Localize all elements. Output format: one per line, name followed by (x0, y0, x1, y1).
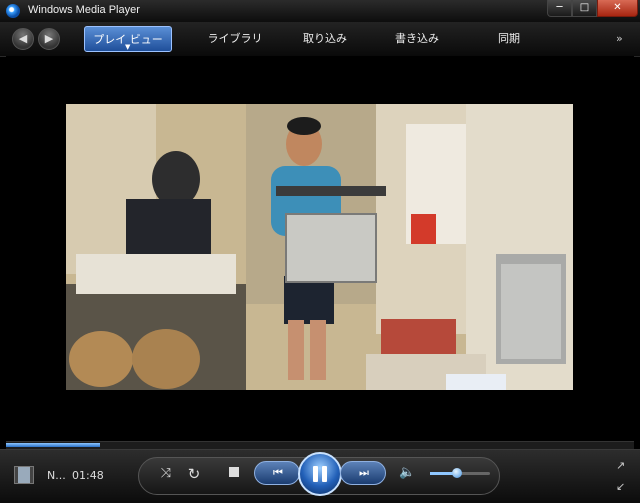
window-title: Windows Media Player (28, 4, 140, 16)
stop-icon (229, 467, 239, 477)
video-frame[interactable] (66, 104, 573, 390)
pause-icon-bar-right (322, 466, 327, 482)
close-button[interactable]: ✕ (597, 0, 638, 17)
maximize-button[interactable]: □ (572, 0, 597, 17)
chevron-down-icon[interactable]: ▼ (125, 43, 130, 51)
tab-library[interactable]: ライブラリ (205, 26, 265, 52)
volume-icon[interactable]: 🔈 (399, 465, 415, 480)
seek-bar[interactable] (6, 441, 634, 449)
tab-rip[interactable]: 取り込み (295, 26, 355, 52)
volume-slider[interactable] (430, 468, 490, 478)
previous-button[interactable]: ⏮ (254, 461, 300, 485)
forward-button[interactable]: ▶ (38, 28, 60, 50)
elapsed-time: 01:48 (72, 469, 104, 482)
controls-bar: N... 01:48 ⤨ ↻ ⏮ ⏭ 🔈 ↗ ↙ (0, 449, 640, 503)
tab-sync[interactable]: 同期 (481, 26, 537, 52)
pause-icon-bar-left (313, 466, 318, 482)
back-button[interactable]: ◀ (12, 28, 34, 50)
now-playing-title: N... (47, 469, 66, 482)
repeat-icon[interactable]: ↻ (184, 465, 204, 483)
fullscreen-icon[interactable]: ↙ (616, 480, 628, 493)
wmp-window: Windows Media Player ─ □ ✕ ◀ ▶ プレイ ビュー ▼… (0, 0, 640, 503)
tab-now-playing[interactable]: プレイ ビュー ▼ (84, 26, 172, 52)
tab-burn[interactable]: 書き込み (385, 26, 449, 52)
nav-bar: ◀ ▶ プレイ ビュー ▼ ライブラリ 取り込み 書き込み 同期 » (0, 22, 640, 57)
volume-knob[interactable] (452, 468, 462, 478)
pause-button[interactable] (298, 452, 342, 496)
film-icon (14, 466, 34, 484)
video-area[interactable] (6, 56, 634, 438)
shuffle-icon[interactable]: ⤨ (156, 466, 176, 481)
next-button[interactable]: ⏭ (340, 461, 386, 485)
stop-button[interactable] (228, 466, 240, 478)
switch-to-library-icon[interactable]: ↗ (616, 459, 628, 472)
media-player-icon (6, 4, 20, 18)
more-tabs-icon[interactable]: » (616, 32, 623, 45)
video-scene (66, 104, 573, 390)
seek-progress (6, 443, 101, 447)
title-bar: Windows Media Player ─ □ ✕ (0, 0, 640, 22)
minimize-button[interactable]: ─ (547, 0, 572, 17)
